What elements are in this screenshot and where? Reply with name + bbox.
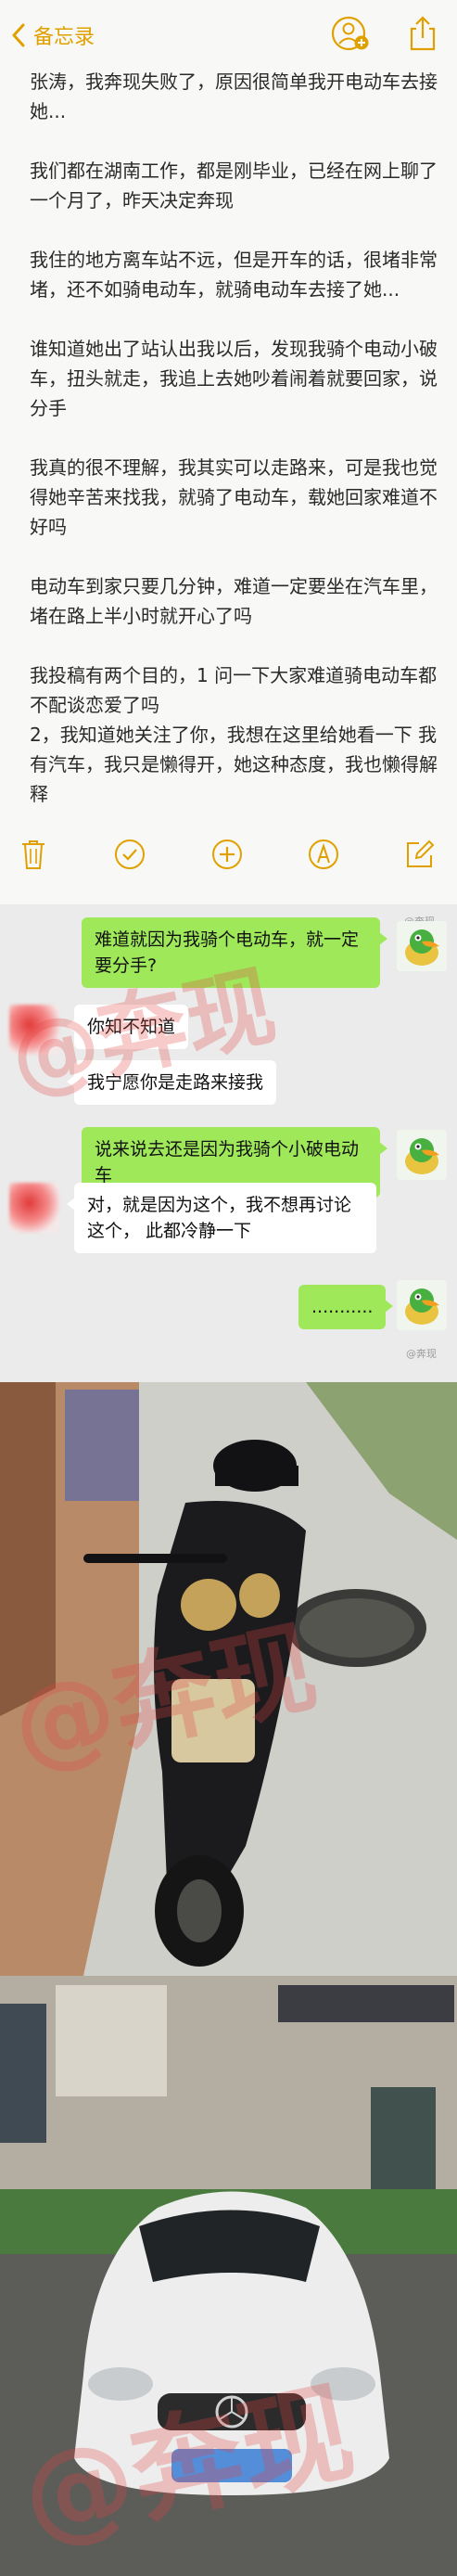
checklist-button[interactable] — [111, 836, 148, 873]
note-paragraph: 谁知道她出了站认出我以后，发现我骑个电动小破车，扭头就走，我追上去她吵着闹着就要… — [30, 338, 438, 419]
add-icon — [211, 839, 242, 869]
note-paragraph: 电动车到家只要几分钟，难道一定要坐在汽车里，堵在路上半小时就开心了吗 — [30, 575, 438, 627]
note-body[interactable]: 张涛，我奔现失败了，原因很简单我开电动车去接她... 我们都在湖南工作，都是刚毕… — [30, 67, 445, 839]
car-photo: @奔现 — [0, 1976, 457, 2576]
note-paragraph: 我们都在湖南工作，都是刚毕业，已经在网上聊了一个月了，昨天决定奔现 — [30, 160, 438, 211]
scooter-illustration — [0, 1382, 457, 1976]
avatar-me[interactable] — [397, 1130, 447, 1180]
delete-button[interactable] — [15, 836, 52, 873]
notes-screen: 备忘录 张涛，我奔现失败了，原因很简单我开电动车去接她... 我们都在湖南工作，… — [0, 0, 457, 904]
back-button[interactable]: 备忘录 — [11, 17, 95, 54]
back-label: 备忘录 — [33, 26, 95, 49]
message-outgoing[interactable]: 难道就因为我骑个电动车，就一定要分手? — [82, 917, 387, 988]
chat-screen: @奔现 难道就因为我骑个电动车，就一定要分手? 你知不知道 我宁愿你是走路来接我… — [0, 904, 457, 1382]
avatar-me[interactable] — [397, 1280, 447, 1330]
avatar-contact[interactable] — [9, 1005, 59, 1055]
message-incoming[interactable]: 我宁愿你是走路来接我 — [66, 1060, 277, 1105]
note-paragraph: 张涛，我奔现失败了，原因很简单我开电动车去接她... — [30, 70, 438, 122]
duck-avatar-icon — [405, 1138, 439, 1174]
avatar-contact[interactable] — [9, 1183, 59, 1233]
compose-icon — [407, 839, 435, 867]
chevron-left-icon — [12, 23, 25, 47]
watermark-small: @奔现 — [406, 1348, 437, 1360]
message-incoming[interactable]: 对，就是因为这个，我不想再讨论这个， 此都冷静一下 — [67, 1183, 376, 1253]
share-icon[interactable] — [404, 15, 441, 52]
trash-icon — [22, 840, 44, 869]
message-outgoing[interactable]: ........... — [298, 1285, 394, 1329]
scooter-photo: @奔现 — [0, 1382, 457, 1976]
note-paragraph: 我住的地方离车站不远，但是开车的话，很堵非常堵，还不如骑电动车，就骑电动车去接了… — [30, 249, 438, 301]
add-people-icon[interactable] — [330, 15, 371, 52]
duck-avatar-icon — [405, 1288, 439, 1325]
note-toolbar — [0, 822, 457, 887]
markup-button[interactable] — [305, 836, 342, 873]
nav-bar: 备忘录 — [0, 0, 457, 69]
note-paragraph: 我投稿有两个目的，1 问一下大家难道骑电动车都不配谈恋爱了吗 2，我知道她关注了… — [30, 664, 438, 805]
checklist-icon — [115, 839, 146, 869]
avatar-me[interactable] — [397, 921, 447, 971]
duck-avatar-icon — [405, 929, 439, 966]
message-incoming[interactable]: 你知不知道 — [66, 1005, 189, 1049]
add-button[interactable] — [209, 836, 246, 873]
car-illustration — [0, 1976, 457, 2576]
note-paragraph: 我真的很不理解，我其实可以走路来，可是我也觉得她辛苦来找我，就骑了电动车，载她回… — [30, 456, 438, 538]
compose-button[interactable] — [401, 836, 438, 873]
markup-icon — [308, 839, 338, 869]
